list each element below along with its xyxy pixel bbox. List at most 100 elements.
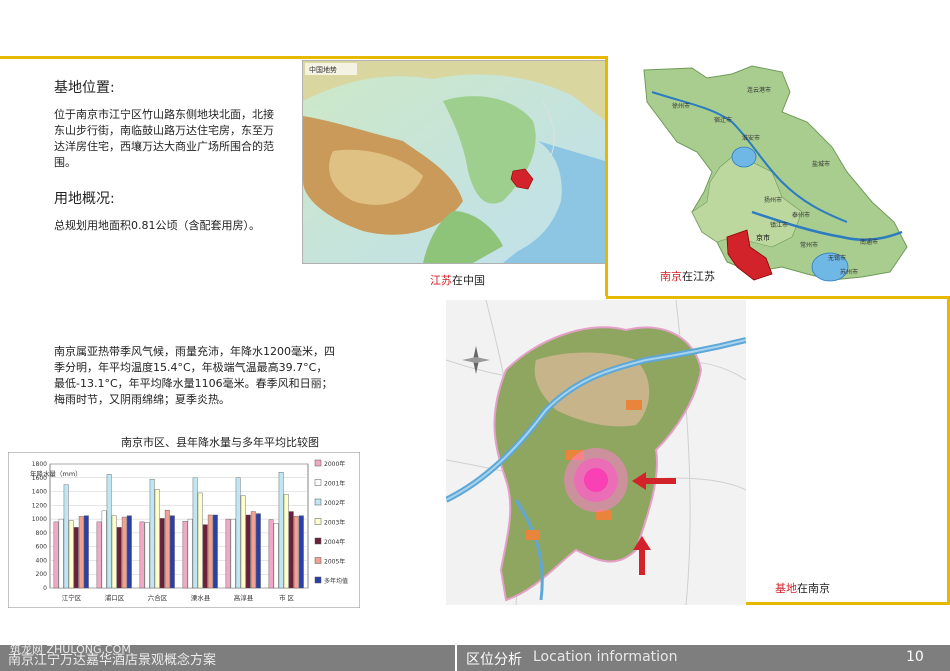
nanjing-map-caption: 基地在南京 [775, 580, 830, 596]
legend-label: 2005年 [324, 558, 345, 566]
chart-bar [149, 478, 155, 589]
chart-bar [78, 516, 84, 589]
city-label: 淮安市 [742, 134, 760, 142]
china-caption-highlight: 江苏 [430, 274, 452, 287]
chart-bar [250, 511, 256, 589]
chart-bar [187, 518, 193, 589]
legend-label: 2001年 [324, 480, 345, 488]
chart-bar [164, 509, 170, 589]
footer-divider [455, 645, 457, 671]
chart-bar [83, 515, 89, 589]
chart-bar [235, 477, 241, 589]
chart-bar [53, 521, 59, 589]
chart-bar [116, 527, 122, 589]
city-label: 京市 [756, 233, 770, 242]
chart-bar [68, 520, 74, 589]
legend-swatch [314, 498, 322, 506]
legend-swatch [314, 557, 322, 564]
chart-bar [283, 494, 289, 589]
x-tick-label: 江宁区 [62, 593, 82, 602]
footer-bar: 南京江宁万达嘉华酒店景观概念方案 筑龙网 ZHULONG.COM 区位分析 Lo… [0, 643, 950, 671]
city-label: 苏州市 [840, 268, 858, 276]
china-caption-rest: 在中国 [452, 274, 485, 287]
city-label: 南通市 [860, 238, 878, 246]
legend-swatch [314, 459, 322, 467]
y-tick-label: 800 [36, 530, 48, 537]
chart-bar [197, 492, 203, 589]
city-label: 无锡市 [828, 254, 846, 262]
chart-bar [169, 515, 175, 589]
rainfall-chart-svg: 020040060080010001200140016001800 江宁区 浦口区… [7, 451, 361, 609]
legend-swatch [314, 576, 322, 584]
jiangsu-caption-rest: 在江苏 [682, 270, 715, 283]
chart-bar [111, 515, 117, 589]
x-tick-label: 浦口区 [105, 593, 125, 602]
chart-bar [154, 489, 160, 589]
footer-page-number: 10 [906, 649, 924, 665]
city-label: 盐城市 [812, 160, 830, 168]
chart-bar [202, 524, 208, 589]
chart-bar [298, 515, 304, 589]
chart-bar [212, 514, 218, 589]
frame-line-mid [606, 296, 950, 299]
frame-line-top [0, 56, 608, 59]
y-tick-label: 1400 [32, 489, 47, 496]
legend-label: 2003年 [324, 519, 345, 527]
chart-bar [240, 495, 246, 589]
y-tick-label: 0 [43, 585, 47, 592]
china-map-label: 中国地势 [309, 65, 337, 74]
legend-swatch [314, 537, 322, 545]
site-description: 位于南京市江宁区竹山路东侧地块北面，北接东山步行街，南临鼓山路万达住宅房，东至万… [54, 108, 274, 169]
chart-bar [293, 516, 299, 589]
chart-bar [207, 514, 213, 589]
rainfall-chart: 0 200 400 600 800 1000 1200 1400 1600 1800 江宁区 浦口区… [7, 451, 361, 609]
legend-swatch [314, 518, 322, 525]
city-label: 镇江市 [770, 221, 788, 229]
chart-bar [192, 477, 198, 589]
legend-label: 多年均值 [324, 577, 348, 585]
chart-bar [225, 518, 231, 589]
chart-bar [255, 513, 261, 589]
footer-section-en: Location information [533, 649, 678, 665]
city-label: 宿迁市 [714, 116, 732, 124]
china-map-caption: 江苏在中国 [430, 272, 485, 288]
nanjing-caption-highlight: 基地 [775, 582, 797, 595]
legend-label: 2002年 [324, 499, 345, 507]
chart-bar [73, 527, 79, 589]
chart-bar [268, 519, 274, 589]
x-tick-label: 高淳县 [234, 593, 254, 602]
chart-bar [121, 516, 127, 589]
chart-bar [144, 522, 150, 589]
chart-bar [288, 511, 294, 589]
chart-bar [230, 518, 236, 589]
chart-bar [273, 523, 279, 589]
jiangsu-map: 连云港市 宿迁市 淮安市 盐城市 泰州市 扬州市 镇江市 南通市 常州市 无锡市… [632, 62, 914, 290]
city-label: 泰州市 [792, 211, 810, 219]
jiangsu-caption-highlight: 南京 [660, 270, 682, 283]
chart-bar [96, 521, 102, 589]
chart-ylabel: 年降水量（mm） [30, 469, 82, 478]
climate-description: 南京属亚热带季风气候，雨量充沛，年降水1200毫米，四季分明，年平均温度15.4… [54, 345, 335, 406]
chart-bar [126, 515, 132, 589]
site-heading: 基地位置: [54, 80, 115, 96]
chart-bar [278, 472, 284, 589]
chart-bar [63, 484, 69, 589]
land-description: 总规划用地面积0.81公顷（含配套用房）。 [54, 219, 260, 232]
y-tick-label: 1200 [32, 502, 47, 509]
city-label: 常州市 [800, 241, 818, 249]
y-tick-label: 1800 [32, 461, 47, 468]
footer-watermark: 筑龙网 ZHULONG.COM [10, 643, 131, 656]
x-tick-label: 溧水县 [191, 593, 211, 602]
chart-title: 南京市区、县年降水量与多年平均比较图 [121, 436, 319, 449]
legend-swatch [314, 479, 322, 486]
chart-bar [245, 514, 251, 589]
city-label: 徐州市 [672, 102, 690, 110]
legend-label: 2000年 [324, 460, 345, 468]
legend-label: 2004年 [324, 538, 345, 546]
y-tick-label: 1000 [32, 516, 47, 523]
city-label: 连云港市 [747, 86, 771, 94]
chart-bar [101, 510, 107, 589]
city-label: 扬州市 [764, 196, 782, 204]
y-tick-label: 200 [36, 571, 48, 578]
x-tick-label: 六合区 [148, 593, 168, 602]
